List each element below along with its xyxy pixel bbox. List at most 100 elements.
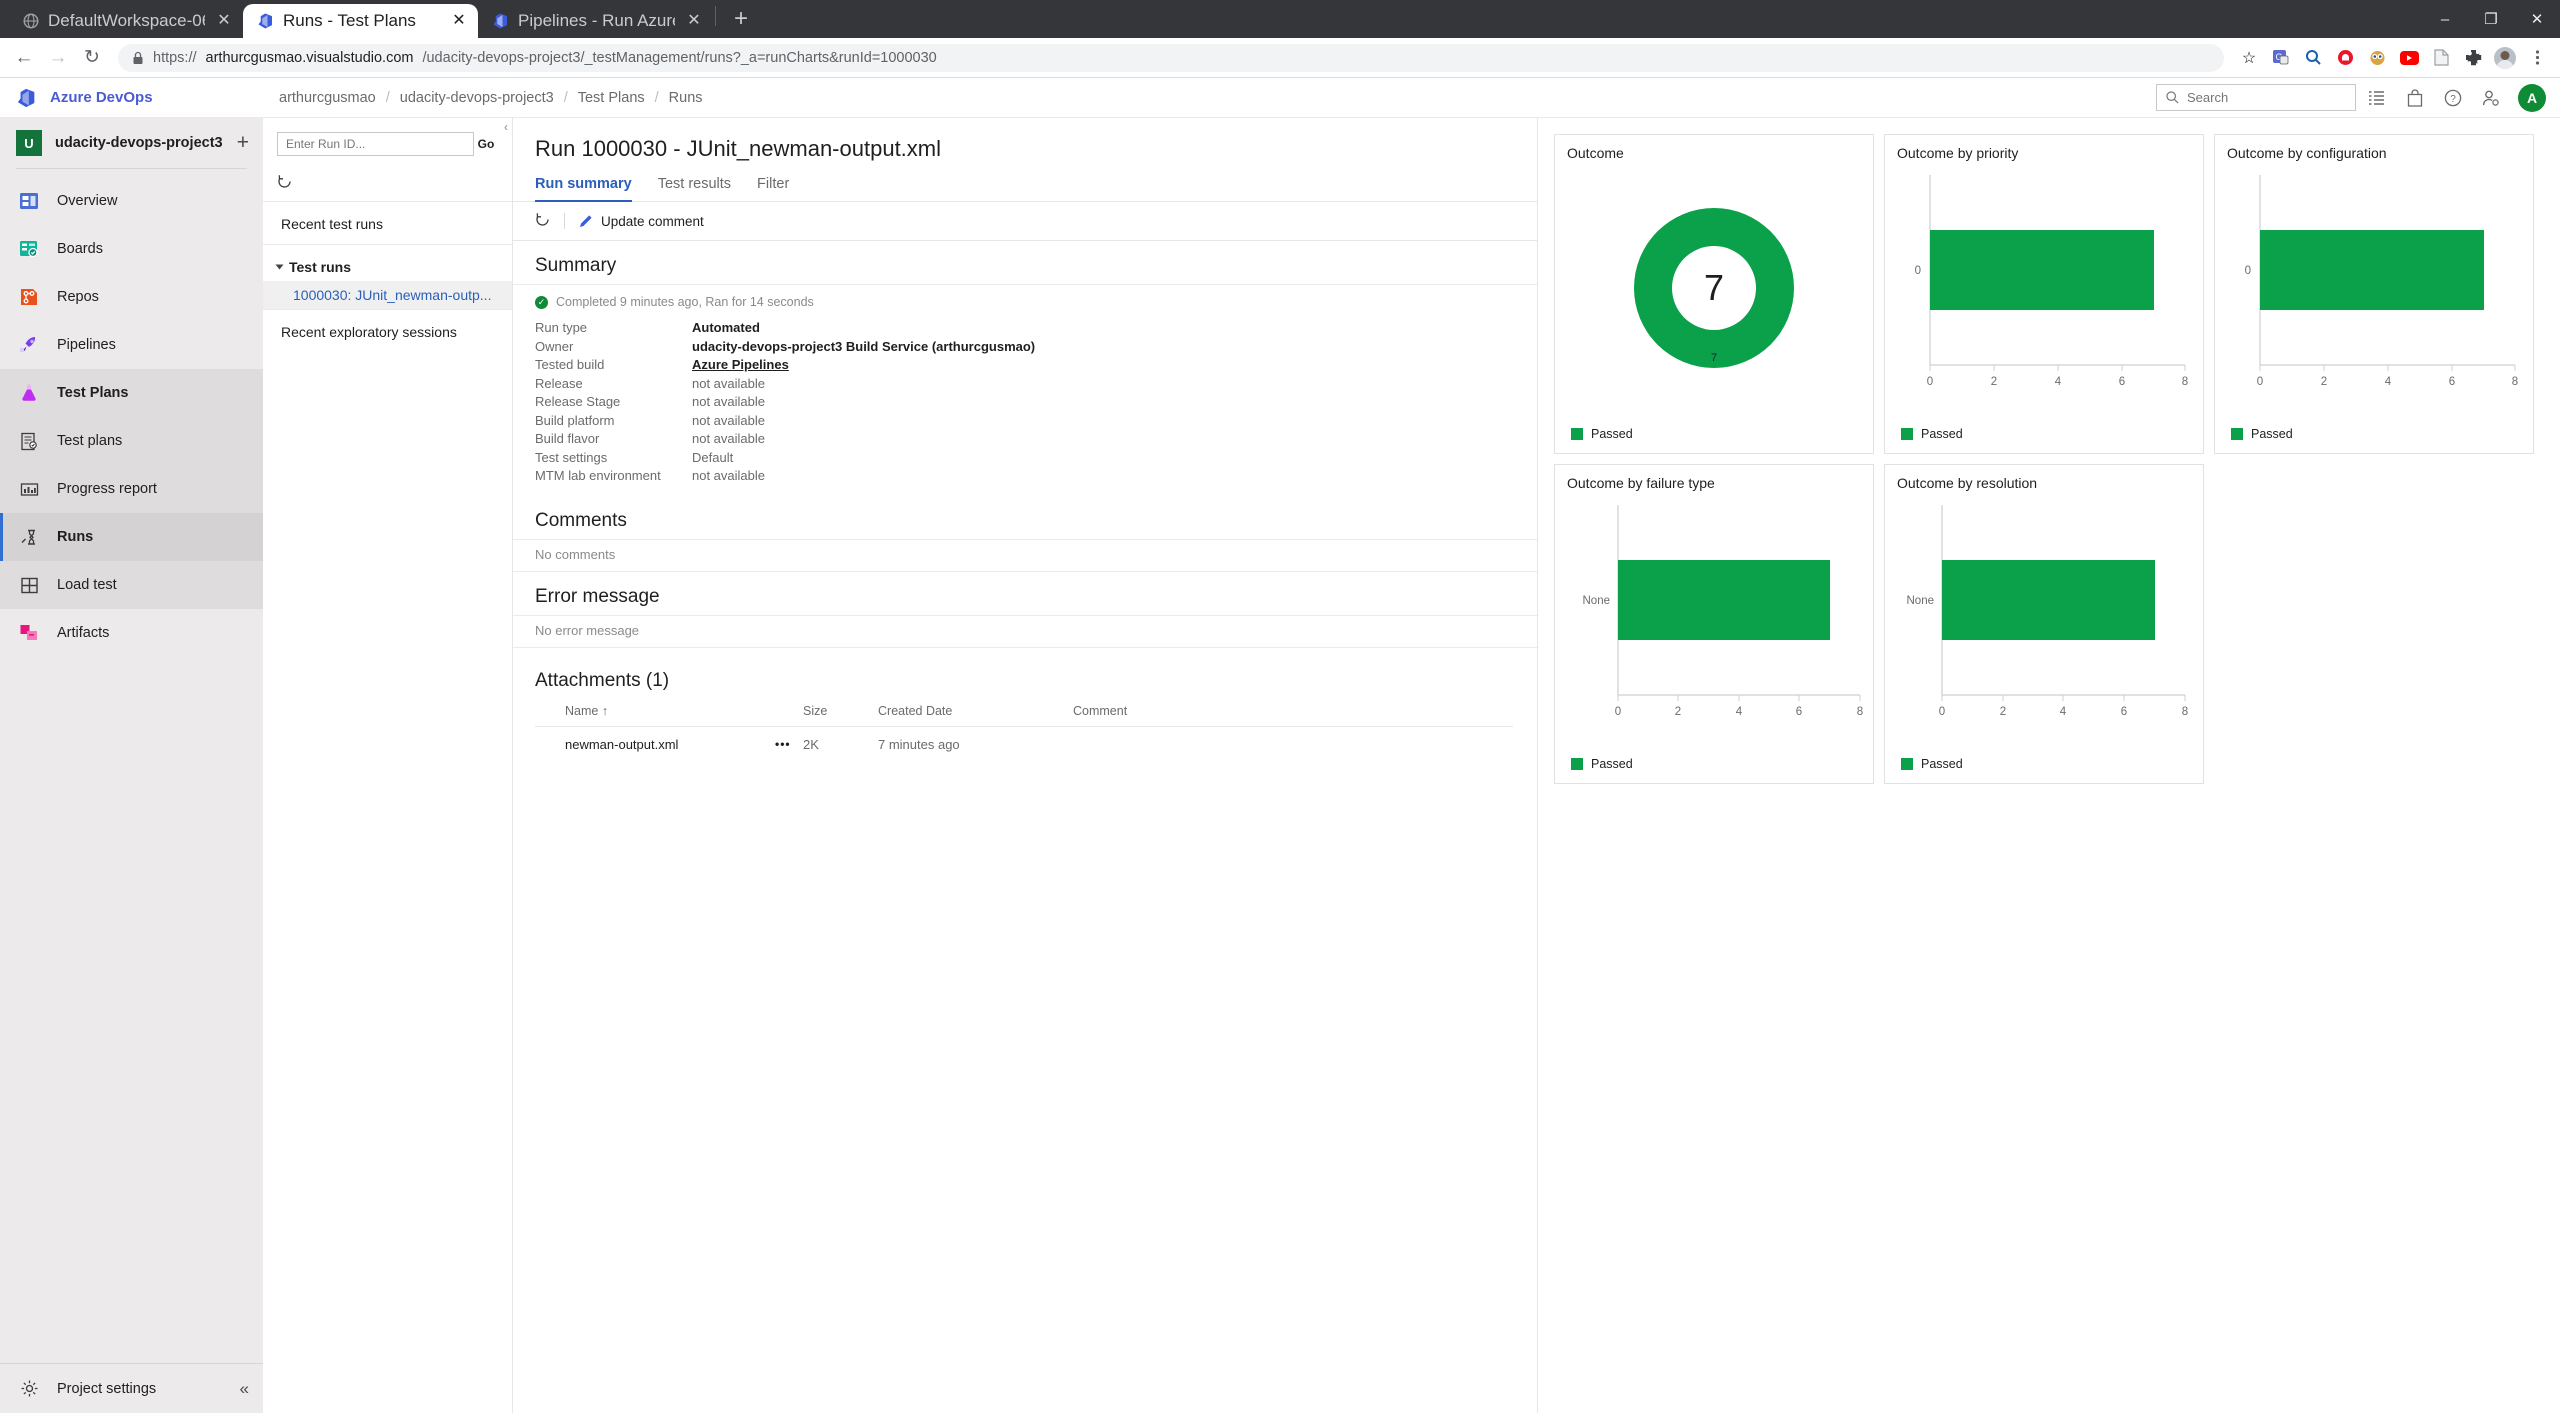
bar-chart[interactable]: 0 0 2 4 6 8 [1885, 165, 2205, 413]
summary-row: Tested build Azure Pipelines [535, 356, 1537, 375]
address-bar[interactable]: https:// arthurcgusmao.visualstudio.com/u… [118, 43, 2224, 72]
bar-chart[interactable]: None 0 2 4 6 8 [1555, 495, 1875, 743]
star-icon[interactable]: ☆ [2234, 43, 2264, 73]
recent-test-runs-item[interactable]: Recent test runs [263, 202, 512, 245]
sidebar-item-label: Test plans [57, 433, 123, 449]
table-row[interactable]: newman-output.xml ••• 2K 7 minutes ago [535, 727, 1513, 752]
owl-extension-icon[interactable] [2362, 43, 2392, 73]
brand-link[interactable]: Azure DevOps [0, 78, 263, 117]
summary-key: Release Stage [535, 394, 621, 409]
new-tab-button[interactable]: + [724, 2, 758, 36]
column-header-size[interactable]: Size [803, 704, 878, 718]
refresh-icon[interactable] [277, 174, 292, 194]
column-header-comment[interactable]: Comment [1073, 704, 1513, 718]
minimize-button[interactable]: – [2422, 0, 2468, 38]
x-tick-label: 2 [1675, 706, 1681, 718]
runs-refresh-row [263, 166, 512, 202]
close-icon[interactable]: ✕ [213, 10, 235, 32]
forward-icon[interactable]: → [42, 42, 74, 74]
marketplace-bag-icon[interactable] [2398, 81, 2432, 115]
sidebar-item-overview[interactable]: Overview [0, 177, 263, 225]
url-host: arthurcgusmao.visualstudio.com [205, 49, 414, 66]
chevron-double-left-icon[interactable]: « [240, 1379, 249, 1399]
browser-tab-2[interactable]: Pipelines - Run Azure Pipe ✕ [478, 4, 713, 38]
sidebar-item-artifacts[interactable]: Artifacts [0, 609, 263, 657]
maximize-button[interactable]: ❐ [2468, 0, 2514, 38]
sidebar-item-pipelines[interactable]: Pipelines [0, 321, 263, 369]
puzzle-extension-icon[interactable] [2458, 43, 2488, 73]
close-icon[interactable]: ✕ [448, 10, 470, 32]
summary-row: Release Stage not available [535, 393, 1537, 412]
azure-devops-logo-icon [17, 88, 35, 107]
browser-tab-0[interactable]: DefaultWorkspace-06628 ✕ [8, 4, 243, 38]
chart-body: 0 0 2 4 6 8 [1885, 165, 2203, 411]
header-actions: Search ? A [2156, 78, 2546, 117]
youtube-icon[interactable] [2394, 43, 2424, 73]
summary-row: Test settings Default [535, 449, 1537, 468]
task-list-icon[interactable] [2360, 81, 2394, 115]
breadcrumb-item-org[interactable]: arthurcgusmao [279, 90, 376, 106]
column-header-created-date[interactable]: Created Date [878, 704, 1073, 718]
x-tick-label: 0 [1927, 376, 1933, 388]
summary-row: Build flavor not available [535, 430, 1537, 449]
x-tick-label: 4 [1736, 706, 1743, 718]
project-selector[interactable]: U udacity-devops-project3 + [0, 118, 263, 168]
refresh-icon[interactable] [535, 212, 550, 230]
sidebar: U udacity-devops-project3 + Overview Boa… [0, 118, 263, 1413]
donut-chart[interactable]: 7 7 [1614, 188, 1814, 388]
add-icon[interactable]: + [237, 131, 249, 155]
attachments-heading: Attachments (1) [535, 669, 670, 691]
sidebar-item-repos[interactable]: Repos [0, 273, 263, 321]
tab-run-summary[interactable]: Run summary [535, 176, 632, 202]
close-icon[interactable]: ✕ [683, 10, 705, 32]
update-comment-button[interactable]: Update comment [579, 214, 704, 229]
back-icon[interactable]: ← [8, 42, 40, 74]
bar-chart[interactable]: 0 0 2 4 6 8 [2215, 165, 2535, 413]
avatar[interactable]: A [2518, 83, 2546, 112]
sidebar-item-load-test[interactable]: Load test [0, 561, 263, 609]
sidebar-item-label: Overview [57, 193, 118, 209]
kebab-menu-icon[interactable] [2522, 43, 2552, 73]
sidebar-item-test-plans[interactable]: Test Plans [0, 369, 263, 417]
overview-icon [16, 188, 42, 214]
attachment-size: 2K [803, 736, 819, 752]
tested-build-link[interactable]: Azure Pipelines [692, 356, 789, 375]
legend-swatch-passed [1901, 428, 1913, 440]
sidebar-item-boards[interactable]: Boards [0, 225, 263, 273]
help-question-icon[interactable]: ? [2436, 81, 2470, 115]
chart-title: Outcome by priority [1897, 145, 2019, 161]
close-window-button[interactable]: ✕ [2514, 0, 2560, 38]
column-header-name[interactable]: Name ↑ [535, 704, 775, 718]
sidebar-item-runs[interactable]: Runs [0, 513, 263, 561]
go-button[interactable]: Go [474, 132, 498, 156]
charts-panel: Outcome 7 7 Passed Outcome by priority 0… [1538, 118, 2560, 1413]
browser-tab-1[interactable]: Runs - Test Plans ✕ [243, 4, 478, 38]
sidebar-item-test-plans-child[interactable]: Test plans [0, 417, 263, 465]
chevron-left-icon[interactable]: ‹ [504, 120, 508, 134]
test-runs-group-header[interactable]: Test runs [263, 245, 512, 281]
browser-tab-title: Runs - Test Plans [283, 11, 416, 30]
adblock-icon[interactable] [2330, 43, 2360, 73]
recent-exploratory-item[interactable]: Recent exploratory sessions [263, 310, 512, 352]
profile-avatar-icon[interactable] [2490, 43, 2520, 73]
run-id-input[interactable]: Enter Run ID... [277, 132, 474, 156]
reload-icon[interactable]: ↻ [76, 42, 108, 74]
translate-icon[interactable]: G [2266, 43, 2296, 73]
user-settings-icon[interactable] [2474, 81, 2508, 115]
document-icon[interactable] [2426, 43, 2456, 73]
breadcrumb-item-runs[interactable]: Runs [669, 90, 703, 106]
content-tabs: Run summary Test results Filter [513, 176, 1537, 202]
attachment-name[interactable]: newman-output.xml [535, 737, 775, 752]
sidebar-item-progress-report[interactable]: Progress report [0, 465, 263, 513]
search-icon[interactable] [2298, 43, 2328, 73]
bar-chart[interactable]: None 0 2 4 6 8 [1885, 495, 2205, 743]
row-menu-icon[interactable]: ••• [775, 737, 803, 751]
project-settings-button[interactable]: Project settings « [0, 1363, 263, 1413]
sidebar-item-label: Progress report [57, 481, 157, 497]
tab-filter[interactable]: Filter [757, 176, 789, 201]
tab-test-results[interactable]: Test results [658, 176, 731, 201]
search-input[interactable]: Search [2156, 84, 2356, 111]
breadcrumb-item-project[interactable]: udacity-devops-project3 [400, 90, 554, 106]
list-item-run[interactable]: 1000030: JUnit_newman-outp... [263, 281, 512, 310]
breadcrumb-item-test-plans[interactable]: Test Plans [578, 90, 645, 106]
